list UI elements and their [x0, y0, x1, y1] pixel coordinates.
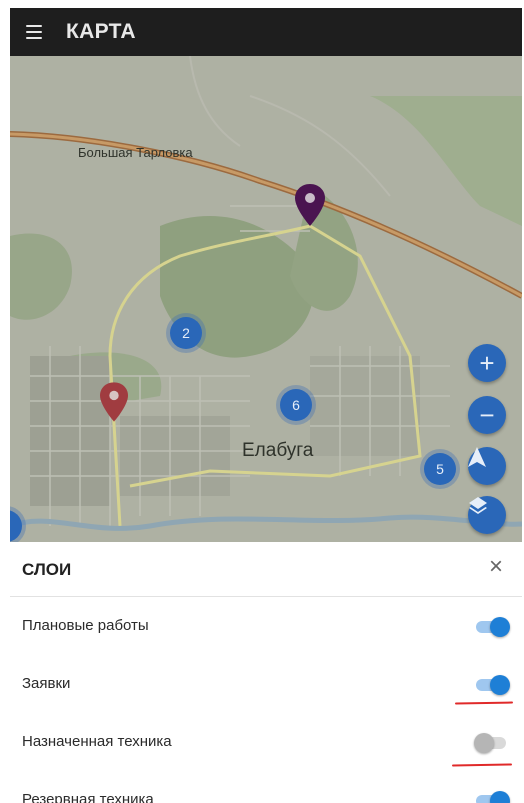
- layer-toggle[interactable]: [474, 733, 508, 753]
- cluster-marker[interactable]: 5: [424, 453, 456, 485]
- layer-toggle[interactable]: [476, 675, 510, 695]
- layer-toggle[interactable]: [476, 617, 510, 637]
- app-bar: КАРТА: [10, 8, 522, 56]
- layer-label: Заявки: [22, 675, 71, 692]
- zoom-out-button[interactable]: −: [468, 396, 506, 434]
- layers-button[interactable]: [468, 496, 506, 534]
- layer-row-assigned-equipment[interactable]: Назначенная техника: [10, 713, 522, 771]
- zoom-in-icon: +: [479, 348, 495, 378]
- layer-row-planned-works[interactable]: Плановые работы: [10, 597, 522, 655]
- layer-label: Плановые работы: [22, 617, 149, 634]
- city-label: Елабуга: [242, 440, 314, 461]
- layers-panel-title: СЛОИ: [22, 560, 72, 579]
- city-district: [30, 356, 110, 506]
- hamburger-menu-icon[interactable]: [26, 24, 48, 40]
- village-label: Большая Тарловка: [78, 145, 193, 160]
- map-view[interactable]: Большая Тарловка Елабуга 2 6 5 + −: [10, 56, 522, 542]
- layer-label: Резервная техника: [22, 791, 154, 803]
- cluster-marker[interactable]: 2: [170, 317, 202, 349]
- red-pin-icon[interactable]: [100, 382, 128, 422]
- my-location-button[interactable]: [468, 447, 506, 485]
- app-window: КАРТА Большая Тарловка Елабуга 2 6 5 + −…: [10, 8, 522, 803]
- zoom-out-icon: −: [479, 400, 495, 430]
- layer-row-requests[interactable]: Заявки: [10, 655, 522, 713]
- layers-panel: СЛОИ × Плановые работы Заявки Назначенна…: [10, 542, 522, 803]
- layers-icon: [469, 497, 487, 514]
- purple-pin-icon[interactable]: [295, 184, 325, 226]
- layer-label: Назначенная техника: [22, 733, 172, 750]
- layer-toggle[interactable]: [476, 791, 510, 803]
- layers-panel-header: СЛОИ ×: [10, 542, 522, 597]
- layer-row-reserve-equipment[interactable]: Резервная техника: [10, 771, 522, 803]
- zoom-in-button[interactable]: +: [468, 344, 506, 382]
- navigation-arrow-icon: [468, 447, 486, 467]
- screen: КАРТА Большая Тарловка Елабуга 2 6 5 + −…: [0, 0, 524, 803]
- page-title: КАРТА: [66, 20, 136, 43]
- city-district: [310, 356, 420, 456]
- close-icon[interactable]: ×: [484, 554, 508, 580]
- cluster-marker[interactable]: 6: [280, 389, 312, 421]
